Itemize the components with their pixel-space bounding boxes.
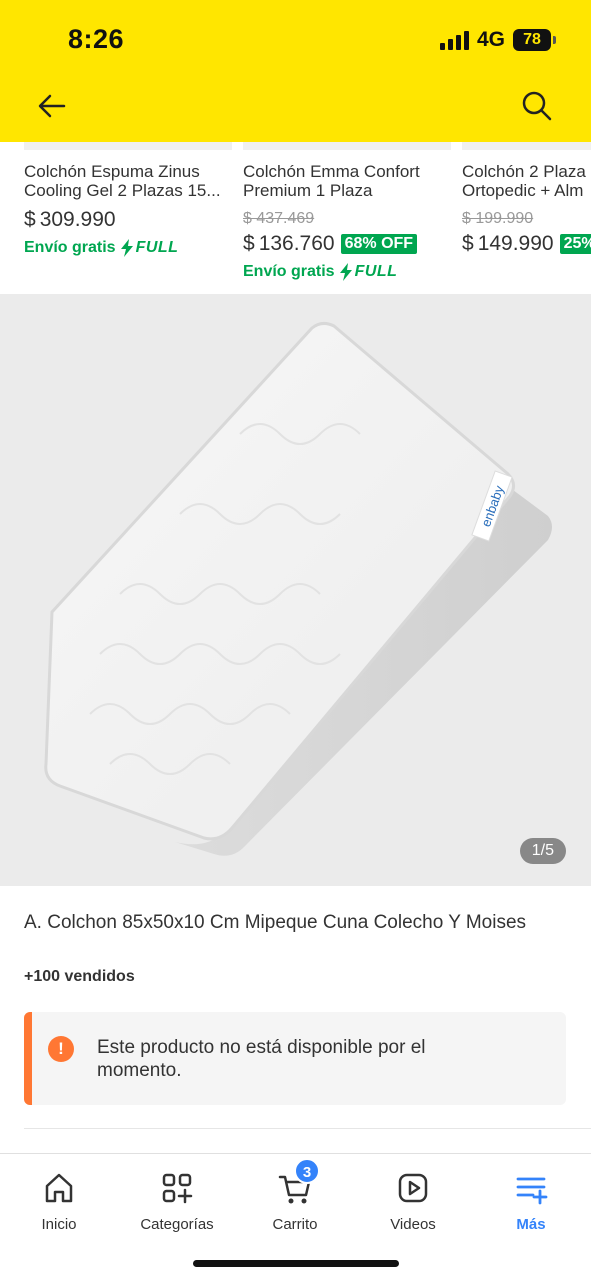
battery-level: 78	[523, 31, 541, 48]
currency-symbol: $	[462, 232, 474, 255]
cart-badge: 3	[294, 1158, 320, 1184]
nav-item-mas[interactable]: Más	[472, 1164, 590, 1244]
home-icon	[45, 1173, 73, 1203]
free-shipping-text: Envío gratis	[24, 239, 116, 256]
notice-accent-bar	[24, 1012, 32, 1105]
search-icon	[522, 91, 552, 121]
sold-count: +100 vendidos	[24, 968, 135, 985]
currency-symbol: $	[24, 208, 36, 231]
search-button[interactable]	[519, 88, 555, 124]
nav-item-inicio[interactable]: Inicio	[0, 1164, 118, 1244]
nav-item-videos[interactable]: Videos	[354, 1164, 472, 1244]
product-thumbnail	[462, 142, 591, 150]
product-title: A. Colchon 85x50x10 Cm Mipeque Cuna Cole…	[24, 912, 527, 933]
price-value: 149.990	[477, 232, 554, 255]
product-thumbnail	[243, 142, 451, 150]
image-counter: 1/5	[519, 838, 566, 864]
discount-badge: 68% OFF	[340, 234, 418, 254]
price-value: 136.760	[258, 232, 335, 255]
lightning-icon	[120, 239, 133, 257]
recommendation-card[interactable]: Colchón Espuma Zinus Cooling Gel 2 Plaza…	[24, 142, 232, 294]
back-button[interactable]	[34, 88, 70, 124]
product-image-gallery[interactable]: enbaby 1/5	[0, 294, 591, 886]
warning-icon: !	[48, 1036, 74, 1062]
top-header: 8:26 4G 78	[0, 0, 591, 142]
recommendation-price: $309.990	[24, 208, 116, 232]
recommendation-title: Ortopedic + Alm	[462, 181, 583, 200]
recommendation-card[interactable]: Colchón Emma Confort Premium 1 Plaza $ 4…	[243, 142, 451, 294]
signal-icon	[439, 30, 469, 50]
recommendation-title: Colchón Emma Confort	[243, 162, 420, 181]
home-indicator[interactable]	[193, 1260, 399, 1267]
shipping-label: Envío gratis FULL	[24, 239, 178, 257]
recommendation-title: Cooling Gel 2 Plazas 15...	[24, 181, 221, 200]
recommendation-title-line-2: Premium 1 Plaza	[243, 181, 373, 200]
mattress-image: enbaby	[44, 321, 552, 856]
battery-icon: 78	[513, 29, 556, 51]
price-value: 309.990	[39, 208, 116, 231]
lightning-icon	[339, 263, 352, 281]
recommendation-title-line: Colchón Espuma Zinus	[24, 162, 200, 181]
recommendation-title: Colchón 2 Plaza	[462, 162, 586, 181]
more-icon	[516, 1177, 548, 1205]
old-price: $ 437.469	[243, 210, 315, 227]
recommendation-card[interactable]: Colchón 2 Plaza Ortopedic + Alm $ 199.99…	[462, 142, 591, 294]
nav-label: Categorías	[140, 1216, 214, 1233]
arrow-left-icon	[38, 94, 66, 118]
status-time: 8:26	[68, 24, 125, 54]
recommendation-title: Colchón Espuma Zinus	[24, 162, 200, 181]
nav-label: Videos	[390, 1216, 436, 1233]
recommendation-title-line-2: Ortopedic + Alm	[462, 181, 584, 200]
shipping-label: Envío gratis FULL	[243, 263, 397, 281]
full-text: FULL	[135, 239, 179, 256]
nav-item-carrito[interactable]: 3 Carrito	[236, 1158, 354, 1244]
notice-text: Este producto no está disponible por el …	[97, 1037, 426, 1081]
recommendation-price: $136.760 68% OFF	[243, 232, 418, 256]
nav-item-categorias[interactable]: Categorías	[118, 1164, 236, 1244]
divider	[24, 1128, 591, 1129]
nav-label: Carrito	[272, 1216, 318, 1233]
nav-label: Inicio	[41, 1216, 77, 1233]
recommendation-price: $149.99025%	[462, 232, 591, 256]
full-badge: FULL	[339, 263, 398, 281]
recommendation-title-line: Colchón Emma Confort	[243, 162, 420, 181]
old-price: $ 199.990	[462, 210, 534, 227]
categories-icon	[162, 1173, 193, 1204]
status-indicators: 4G 78	[439, 26, 556, 54]
free-shipping-text: Envío gratis	[243, 263, 335, 280]
full-text: FULL	[354, 263, 398, 280]
product-thumbnail	[24, 142, 232, 150]
unavailable-notice: ! Este producto no está disponible por e…	[24, 1012, 566, 1105]
recommendation-title-line-2: Cooling Gel 2 Plazas 15...	[24, 181, 221, 200]
discount-badge: 25%	[559, 234, 591, 254]
network-type: 4G	[476, 28, 505, 51]
recommendations-carousel: Colchón Espuma Zinus Cooling Gel 2 Plaza…	[0, 142, 591, 294]
currency-symbol: $	[243, 232, 255, 255]
recommendation-title: Premium 1 Plaza	[243, 181, 372, 200]
recommendation-title-line: Colchón 2 Plaza	[462, 162, 586, 181]
video-icon	[398, 1173, 428, 1203]
nav-label: Más	[516, 1216, 546, 1233]
full-badge: FULL	[120, 239, 179, 257]
